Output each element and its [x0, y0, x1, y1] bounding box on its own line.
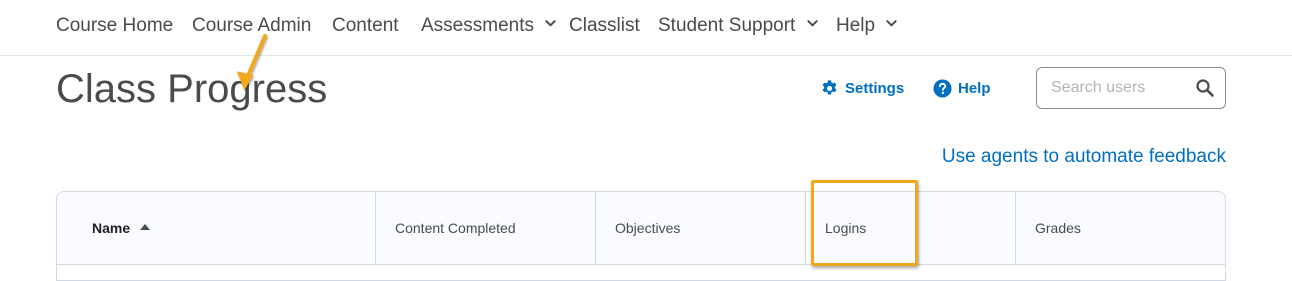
search-icon[interactable]: [1195, 78, 1215, 98]
automate-feedback-link[interactable]: Use agents to automate feedback: [942, 145, 1226, 169]
settings-button[interactable]: Settings: [820, 77, 904, 99]
nav-assessments[interactable]: Assessments: [421, 13, 556, 39]
column-header-name-label: Name: [92, 220, 131, 236]
nav-classlist[interactable]: Classlist: [569, 13, 640, 39]
chevron-down-icon: [806, 20, 818, 27]
nav-content-label: Content: [332, 15, 399, 36]
column-header-content-completed-label: Content Completed: [395, 220, 516, 236]
chevron-down-icon: [886, 20, 897, 27]
settings-label: Settings: [845, 79, 905, 97]
search-users-field: [1036, 67, 1226, 109]
page-title: Class Progress: [56, 67, 328, 111]
nav-course-home-label: Course Home: [56, 15, 174, 36]
nav-content[interactable]: Content: [332, 13, 399, 39]
nav-student-support-label: Student Support: [658, 15, 796, 36]
course-navbar: Course Home Course Admin Content Assessm…: [0, 0, 1292, 56]
table-body: [57, 265, 1225, 280]
nav-help[interactable]: Help: [836, 13, 897, 39]
nav-course-home[interactable]: Course Home: [56, 13, 173, 39]
question-circle-icon: [933, 78, 952, 98]
annotation-arrow-icon: [236, 34, 267, 91]
column-header-logins-label: Logins: [825, 220, 867, 236]
class-progress-table: Name Content Completed Objectives Logins…: [56, 191, 1226, 281]
column-header-grades[interactable]: Grades: [1015, 192, 1225, 264]
column-header-content-completed[interactable]: Content Completed: [375, 192, 595, 264]
column-header-logins[interactable]: Logins: [805, 192, 1015, 264]
column-header-objectives[interactable]: Objectives: [595, 192, 805, 264]
nav-assessments-label: Assessments: [421, 15, 534, 36]
search-users-input[interactable]: [1051, 78, 1186, 98]
column-header-grades-label: Grades: [1035, 220, 1081, 236]
column-header-name[interactable]: Name: [57, 192, 375, 264]
nav-student-support[interactable]: Student Support: [658, 13, 818, 39]
gear-icon: [822, 79, 837, 94]
column-header-objectives-label: Objectives: [615, 220, 681, 236]
help-button[interactable]: Help: [933, 77, 991, 99]
table-header-row: Name Content Completed Objectives Logins…: [57, 192, 1225, 265]
nav-help-label: Help: [836, 15, 876, 36]
help-label: Help: [958, 79, 991, 97]
chevron-down-icon: [545, 20, 556, 27]
nav-classlist-label: Classlist: [569, 15, 640, 36]
sort-ascending-icon: [140, 224, 151, 230]
